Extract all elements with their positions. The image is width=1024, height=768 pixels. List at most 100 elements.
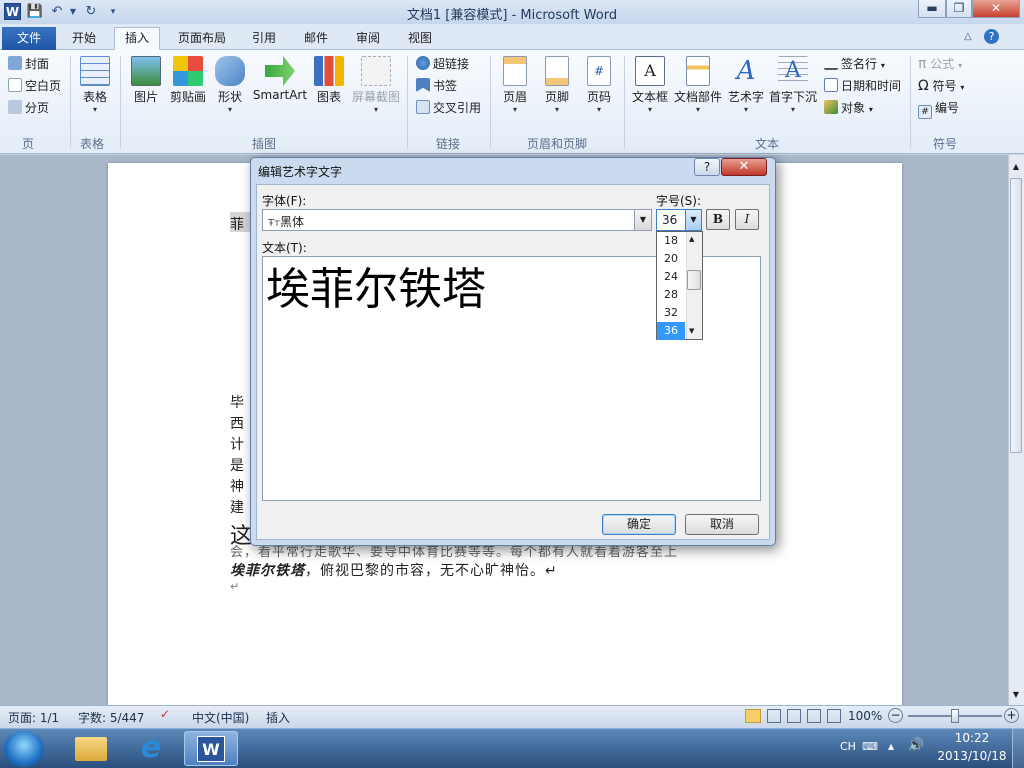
proofing-icon[interactable]: ✓ <box>160 707 170 721</box>
size-option-20[interactable]: 20 <box>657 250 685 268</box>
footer-label: 页脚 <box>544 90 569 104</box>
scrollbar-thumb[interactable] <box>1010 178 1022 453</box>
explorer-taskbar-button[interactable] <box>64 731 118 766</box>
font-select[interactable] <box>262 209 652 231</box>
header-button[interactable]: 页眉 ▾ <box>498 56 532 115</box>
picture-icon <box>131 56 161 86</box>
window-title: 文档1 [兼容模式] - Microsoft Word <box>406 8 618 23</box>
size-dropdown-arrow-icon[interactable]: ▼ <box>685 210 701 230</box>
web-layout-icon[interactable] <box>787 709 801 723</box>
tab-page-layout[interactable]: 页面布局 <box>168 28 236 50</box>
ok-button[interactable]: 确定 <box>602 514 676 535</box>
shapes-button[interactable]: 形状 ▾ <box>212 56 248 115</box>
screenshot-button: 屏幕截图 ▾ <box>350 56 402 115</box>
status-word-count[interactable]: 字数: 5/447 <box>78 709 144 726</box>
doc-text-fragment: 是 <box>230 458 245 474</box>
list-scroll-down-icon[interactable]: ▼ <box>689 327 694 335</box>
wordart-label: 艺术字 <box>727 90 764 104</box>
size-option-24[interactable]: 24 <box>657 268 685 286</box>
clock-time[interactable]: 10:22 <box>940 731 1004 745</box>
clipart-button[interactable]: 剪贴画 <box>168 56 208 105</box>
size-option-28[interactable]: 28 <box>657 286 685 304</box>
equation-button: π 公式 ▾ <box>918 56 963 72</box>
group-separator <box>120 56 121 148</box>
full-screen-reading-icon[interactable] <box>767 709 781 723</box>
object-button[interactable]: 对象 ▾ <box>824 98 873 118</box>
tab-references[interactable]: 引用 <box>242 28 286 50</box>
hyperlink-button[interactable]: 超链接 <box>416 54 469 74</box>
page-number-button[interactable]: # 页码 ▾ <box>582 56 616 115</box>
list-scroll-up-icon[interactable]: ▲ <box>689 235 694 243</box>
signature-line-button[interactable]: 签名行 ▾ <box>824 54 885 74</box>
smartart-button[interactable]: SmartArt <box>252 56 308 102</box>
close-window-button[interactable]: ✕ <box>972 0 1020 18</box>
numbering-icon: # <box>918 105 932 119</box>
cancel-button[interactable]: 取消 <box>685 514 759 535</box>
size-list-scroll-thumb[interactable] <box>687 270 701 290</box>
word-taskbar-button[interactable]: W <box>184 731 238 766</box>
volume-icon[interactable]: 🔊 <box>908 738 924 753</box>
dialog-help-button[interactable]: ? <box>694 158 720 176</box>
zoom-out-icon[interactable]: − <box>888 708 903 723</box>
bookmark-button[interactable]: 书签 <box>416 76 457 96</box>
screenshot-label: 屏幕截图 <box>351 90 400 104</box>
bookmark-label: 书签 <box>433 79 458 93</box>
size-option-32[interactable]: 32 <box>657 304 685 322</box>
minimize-ribbon-icon[interactable]: △ <box>964 31 972 42</box>
tray-arrow-icon[interactable]: ▴ <box>888 739 894 753</box>
maximize-button[interactable]: ❐ <box>946 0 972 18</box>
italic-button[interactable]: I <box>735 209 759 230</box>
chart-button[interactable]: 图表 <box>312 56 346 105</box>
drop-cap-button[interactable]: A 首字下沉 ▾ <box>768 56 818 115</box>
quick-parts-button[interactable]: 文档部件 ▾ <box>672 56 724 115</box>
blank-page-button[interactable]: 空白页 <box>8 76 61 96</box>
clock-date[interactable]: 2013/10/18 <box>932 749 1012 763</box>
status-insert-mode[interactable]: 插入 <box>266 709 290 726</box>
tab-view[interactable]: 视图 <box>398 28 442 50</box>
show-desktop-button[interactable] <box>1012 728 1024 768</box>
print-layout-icon[interactable] <box>745 709 761 723</box>
cross-reference-button[interactable]: 交叉引用 <box>416 98 481 118</box>
textbox-button[interactable]: A 文本框 ▾ <box>630 56 670 115</box>
tab-file[interactable]: 文件 <box>2 27 56 50</box>
outline-icon[interactable] <box>807 709 821 723</box>
scroll-up-icon[interactable]: ▲ <box>1010 162 1022 174</box>
cover-page-button[interactable]: 封面 <box>8 54 49 74</box>
size-option-36[interactable]: 36 <box>657 322 685 340</box>
cross-reference-icon <box>416 100 430 114</box>
font-dropdown-arrow-icon[interactable]: ▼ <box>634 210 651 230</box>
page-break-button[interactable]: 分页 <box>8 98 49 118</box>
chart-icon <box>314 56 344 86</box>
dialog-close-button[interactable]: ✕ <box>721 158 767 176</box>
wordart-button[interactable]: A 艺术字 ▾ <box>726 56 766 115</box>
date-time-button[interactable]: 日期和时间 <box>824 76 901 96</box>
status-page[interactable]: 页面: 1/1 <box>8 709 59 726</box>
help-icon[interactable]: ? <box>984 29 999 44</box>
status-language[interactable]: 中文(中国) <box>192 709 249 726</box>
tab-review[interactable]: 审阅 <box>346 28 390 50</box>
ie-taskbar-button[interactable]: e <box>124 731 178 766</box>
zoom-level[interactable]: 100% <box>848 709 882 723</box>
tab-home[interactable]: 开始 <box>62 28 106 50</box>
page-number-icon: # <box>587 56 611 86</box>
minimize-button[interactable]: ▬ <box>918 0 946 18</box>
size-option-18[interactable]: 18 <box>657 232 685 250</box>
draft-icon[interactable] <box>827 709 841 723</box>
keyboard-icon[interactable]: ⌨ <box>862 740 878 753</box>
doc-text-fragment: 神 <box>230 479 245 495</box>
clipart-icon <box>173 56 203 86</box>
tab-mailings[interactable]: 邮件 <box>294 28 338 50</box>
table-button[interactable]: 表格 ▾ <box>76 56 114 115</box>
calendar-icon <box>824 78 838 92</box>
picture-button[interactable]: 图片 <box>128 56 164 105</box>
zoom-in-icon[interactable]: + <box>1004 708 1019 723</box>
ime-indicator[interactable]: CH <box>840 740 856 753</box>
numbering-button[interactable]: # 编号 <box>918 98 959 119</box>
tab-insert[interactable]: 插入 <box>114 27 161 50</box>
start-button[interactable] <box>4 731 44 767</box>
scroll-down-icon[interactable]: ▼ <box>1010 690 1022 702</box>
footer-button[interactable]: 页脚 ▾ <box>540 56 574 115</box>
zoom-slider-thumb[interactable] <box>951 709 959 723</box>
bold-button[interactable]: B <box>706 209 730 230</box>
symbol-button[interactable]: Ω 符号 ▾ <box>918 76 964 96</box>
